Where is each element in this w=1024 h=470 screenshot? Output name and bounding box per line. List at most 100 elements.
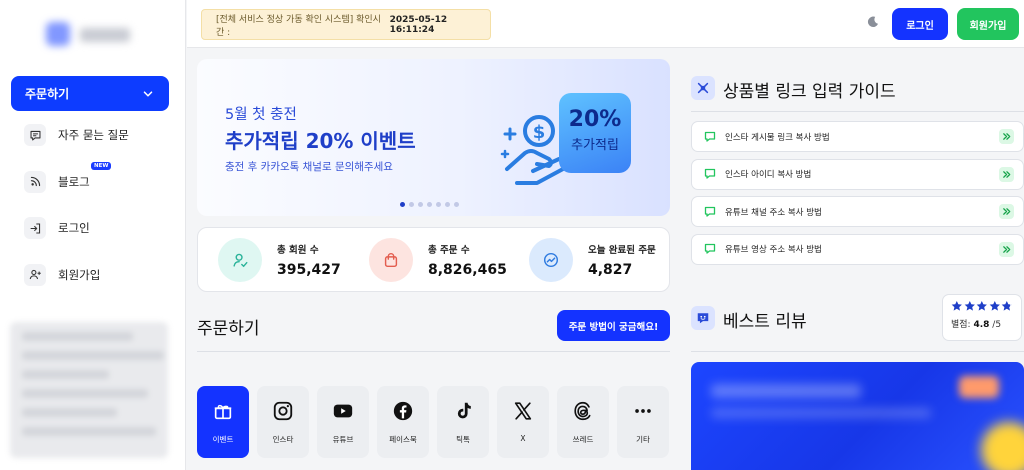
- guide-item[interactable]: 유튜브 채널 주소 복사 방법: [691, 196, 1024, 227]
- star-half-icon: [1002, 300, 1013, 311]
- category-label: 기타: [636, 435, 650, 444]
- order-menu-button[interactable]: 주문하기: [11, 76, 169, 111]
- new-badge: NEW: [91, 161, 112, 170]
- star-icon: [951, 300, 962, 311]
- category-facebook[interactable]: 페이스북: [377, 386, 429, 458]
- review-card-blurred[interactable]: [691, 362, 1024, 470]
- guide-item-label: 유튜브 영상 주소 복사 방법: [725, 245, 822, 255]
- service-status-notice: [전체 서비스 정상 가동 확인 시스템] 확인시간 : 2025-05-12 …: [201, 9, 491, 40]
- event-banner[interactable]: 5월 첫 충전 추가적립 20% 이벤트 충전 후 카카오톡 채널로 문의해주세…: [197, 59, 670, 216]
- section-divider: [197, 351, 670, 352]
- guide-item[interactable]: 인스타 아이디 복사 방법: [691, 158, 1024, 190]
- chevron-down-icon: [143, 90, 153, 97]
- svg-text:$: $: [533, 122, 546, 143]
- rating-value: 4.8: [973, 320, 990, 330]
- category-list: 이벤트 인스타 유튜브 페이스북 틱톡 X 쓰레드 기타: [197, 386, 669, 458]
- category-label: 쓰레드: [572, 435, 594, 444]
- order-howto-button[interactable]: 주문 방법이 궁금해요!: [557, 310, 670, 341]
- sidebar-item-signup[interactable]: 회원가입: [24, 263, 174, 286]
- guide-item[interactable]: 유튜브 영상 주소 복사 방법: [691, 233, 1024, 265]
- category-youtube[interactable]: 유튜브: [317, 386, 369, 458]
- guide-item-label: 인스타 게시물 링크 복사 방법: [725, 132, 830, 143]
- sidebar-item-faq[interactable]: 자주 묻는 질문: [24, 124, 174, 146]
- signup-button[interactable]: 회원가입: [957, 8, 1019, 40]
- review-section-title: 베스트 리뷰: [723, 312, 807, 332]
- bonus-percent: 20%: [568, 107, 622, 132]
- bonus-badge: 20% 추가적립: [559, 93, 631, 173]
- login-icon: [24, 217, 46, 239]
- facebook-icon: [393, 401, 413, 421]
- rating-text: 별점: 4.8 /5: [951, 317, 1013, 330]
- stat-total-members: 총 회원 수 395,427: [218, 238, 341, 282]
- category-event[interactable]: 이벤트: [197, 386, 249, 458]
- sidebar-item-label: 자주 묻는 질문: [58, 128, 129, 142]
- banner-subtitle: 5월 첫 충전: [225, 107, 297, 123]
- category-label: 이벤트: [212, 435, 234, 444]
- stat-today-completed: 오늘 완료된 주문 4,827: [529, 238, 656, 282]
- guide-list: 인스타 게시물 링크 복사 방법 인스타 아이디 복사 방법 유튜브 채널 주소…: [691, 121, 1024, 271]
- sidebar-item-label: 블로그: [58, 174, 90, 189]
- guide-item-label: 인스타 아이디 복사 방법: [725, 170, 812, 180]
- category-threads[interactable]: 쓰레드: [557, 386, 609, 458]
- carousel-dot[interactable]: [436, 202, 441, 207]
- sidebar-item-label: 회원가입: [58, 267, 101, 282]
- stat-label: 오늘 완료된 주문: [588, 245, 656, 256]
- category-tiktok[interactable]: 틱톡: [437, 386, 489, 458]
- login-button[interactable]: 로그인: [892, 8, 948, 40]
- star-icon: [989, 300, 1000, 311]
- section-divider: [691, 111, 1024, 112]
- more-icon: [635, 409, 651, 413]
- sidebar-item-blog[interactable]: 블로그 NEW: [24, 161, 174, 193]
- shopping-bag-icon: [369, 238, 413, 282]
- chat-bubble-icon: [704, 131, 716, 142]
- top-bar: [전체 서비스 정상 가동 확인 시스템] 확인시간 : 2025-05-12 …: [187, 0, 1024, 48]
- guide-icon: [691, 76, 715, 100]
- x-icon: [514, 402, 532, 420]
- youtube-icon: [333, 404, 353, 418]
- instagram-icon: [273, 401, 293, 421]
- carousel-dots[interactable]: [400, 202, 459, 207]
- review-icon: [691, 306, 715, 330]
- bonus-label: 추가적립: [571, 138, 619, 153]
- carousel-dot[interactable]: [418, 202, 423, 207]
- user-plus-icon: [24, 263, 46, 286]
- carousel-dot[interactable]: [445, 202, 450, 207]
- category-instagram[interactable]: 인스타: [257, 386, 309, 458]
- moon-icon[interactable]: [866, 15, 880, 29]
- blog-icon: [24, 170, 46, 193]
- category-label: 유튜브: [332, 435, 354, 444]
- guide-section-title: 상품별 링크 입력 가이드: [723, 82, 896, 102]
- site-logo[interactable]: [46, 20, 136, 50]
- guide-item[interactable]: 인스타 게시물 링크 복사 방법: [691, 121, 1024, 152]
- double-chevron-right-icon: [999, 129, 1014, 144]
- double-chevron-right-icon: [999, 241, 1014, 257]
- category-etc[interactable]: 기타: [617, 386, 669, 458]
- stat-value: 8,826,465: [428, 262, 507, 278]
- carousel-dot[interactable]: [427, 202, 432, 207]
- sidebar: 주문하기 자주 묻는 질문 블로그 NEW 로그인 회원가입: [0, 0, 186, 470]
- stat-label: 총 회원 수: [277, 245, 319, 256]
- banner-description: 충전 후 카카오톡 채널로 문의해주세요: [225, 161, 393, 173]
- order-menu-label: 주문하기: [25, 87, 70, 101]
- stat-value: 395,427: [277, 262, 341, 278]
- double-chevron-right-icon: [999, 204, 1014, 219]
- order-section-title: 주문하기: [197, 319, 260, 339]
- notice-time: 2025-05-12 16:11:24: [389, 14, 448, 35]
- faq-icon: [24, 124, 46, 146]
- user-check-icon: [218, 238, 262, 282]
- trend-icon: [529, 238, 573, 282]
- sidebar-item-login[interactable]: 로그인: [24, 217, 174, 239]
- carousel-dot[interactable]: [454, 202, 459, 207]
- carousel-dot[interactable]: [409, 202, 414, 207]
- stats-panel: 총 회원 수 395,427 총 주문 수 8,826,465 오늘 완료된 주문 4…: [197, 227, 670, 292]
- carousel-dot[interactable]: [400, 202, 405, 207]
- stat-label: 총 주문 수: [428, 245, 470, 256]
- threads-icon: [574, 401, 591, 421]
- category-label: 인스타: [272, 435, 294, 444]
- star-icon: [964, 300, 975, 311]
- category-x[interactable]: X: [497, 386, 549, 458]
- tiktok-icon: [457, 402, 471, 419]
- gift-icon: [214, 404, 232, 420]
- stat-value: 4,827: [588, 262, 633, 278]
- double-chevron-right-icon: [999, 166, 1014, 182]
